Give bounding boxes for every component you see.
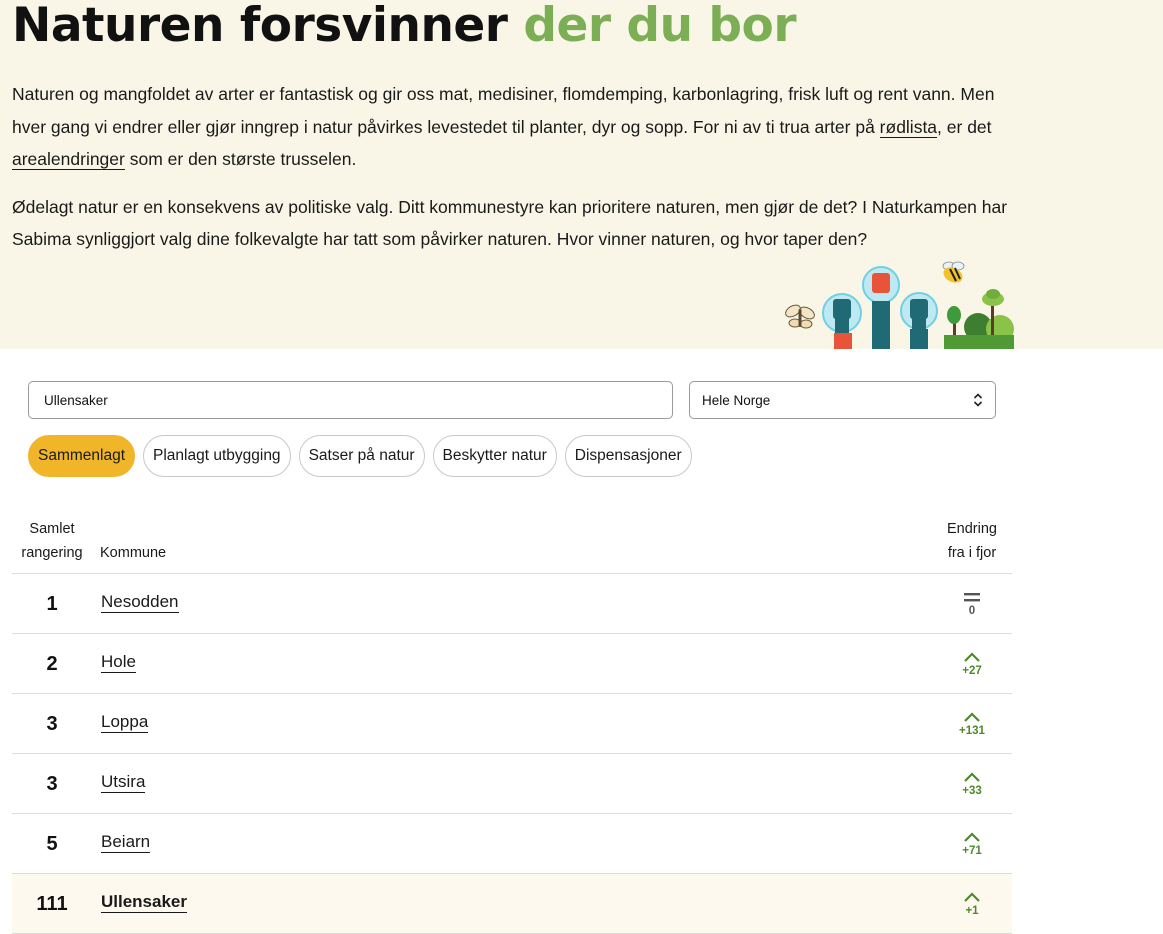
table-row: 3 Loppa +131 xyxy=(12,694,1012,754)
table-row: 5 Beiarn +71 xyxy=(12,814,1012,874)
municipality-link[interactable]: Hole xyxy=(101,652,136,673)
change-value: +131 xyxy=(959,724,985,737)
table-row: 2 Hole +27 xyxy=(12,634,1012,694)
category-tabs: Sammenlagt Planlagt utbygging Satser på … xyxy=(28,435,692,477)
arealendringer-link[interactable]: arealendringer xyxy=(12,149,125,170)
chevron-up-icon xyxy=(964,711,980,722)
bee-icon xyxy=(942,261,965,283)
municipality-link[interactable]: Loppa xyxy=(101,712,149,733)
municipality-search-input[interactable] xyxy=(28,381,673,419)
rank-value: 5 xyxy=(46,832,58,855)
tab-sammenlagt[interactable]: Sammenlagt xyxy=(28,435,136,477)
change-indicator: 0 xyxy=(932,574,1012,634)
chevron-up-icon xyxy=(964,651,980,662)
rank-value: 2 xyxy=(46,652,58,675)
municipality-link[interactable]: Ullensaker xyxy=(101,892,187,913)
moth-icon xyxy=(785,304,815,329)
raised-fists-nature-illustration xyxy=(785,261,1014,349)
municipality-link[interactable]: Nesodden xyxy=(101,592,179,613)
municipality-link[interactable]: Beiarn xyxy=(101,832,151,853)
tab-satser-pa-natur[interactable]: Satser på natur xyxy=(298,435,425,477)
chevron-up-icon xyxy=(964,771,980,782)
change-value: +1 xyxy=(965,904,979,917)
intro-paragraph-1: Naturen og mangfoldet av arter er fantas… xyxy=(12,84,995,170)
fist-icon-center xyxy=(862,266,900,349)
change-value: +71 xyxy=(962,844,982,857)
title-main: Naturen forsvinner xyxy=(12,0,508,53)
rank-column-header: Samlet rangering xyxy=(21,521,83,561)
fist-icon-right xyxy=(900,292,938,349)
table-row: 1 Nesodden 0 xyxy=(12,574,1012,634)
region-select-value: Hele Norge xyxy=(702,392,771,408)
intro-paragraph-2: Ødelagt natur er en konsekvens av politi… xyxy=(12,196,1008,250)
intro-text: Naturen og mangfoldet av arter er fantas… xyxy=(12,78,1012,271)
tab-planlagt-utbygging[interactable]: Planlagt utbygging xyxy=(143,435,291,477)
equals-icon xyxy=(964,592,980,601)
table-header: Samlet rangering Kommune Endring fra i f… xyxy=(12,515,1012,574)
change-value: +27 xyxy=(962,664,982,677)
change-column-header: Endring fra i fjor xyxy=(947,521,997,561)
change-value: 0 xyxy=(968,604,976,617)
fist-icon-left xyxy=(822,293,862,349)
change-indicator: +71 xyxy=(932,814,1012,874)
chevron-up-icon xyxy=(964,831,980,842)
ranking-table: Samlet rangering Kommune Endring fra i f… xyxy=(12,515,1012,934)
rank-value: 1 xyxy=(46,592,58,615)
region-select[interactable]: Hele Norge xyxy=(689,381,996,419)
municipality-column-header: Kommune xyxy=(100,545,167,561)
page-title: Naturen forsvinner der du bor xyxy=(12,0,796,52)
title-accent: der du bor xyxy=(523,0,796,53)
chevron-up-down-icon xyxy=(973,393,983,407)
chevron-up-icon xyxy=(964,891,980,902)
rank-value: 3 xyxy=(46,712,58,735)
table-row: 3 Utsira +33 xyxy=(12,754,1012,814)
tab-beskytter-natur[interactable]: Beskytter natur xyxy=(432,435,557,477)
change-value: +33 xyxy=(962,784,982,797)
table-body: 1 Nesodden 0 2 Hole +27 3 Loppa +131 3 Utsira +33 5 B… xyxy=(12,574,1012,934)
change-indicator: +1 xyxy=(932,874,1012,934)
table-row: 111 Ullensaker +1 xyxy=(12,874,1012,934)
change-indicator: +33 xyxy=(932,754,1012,814)
trees-icon xyxy=(944,289,1014,349)
tab-dispensasjoner[interactable]: Dispensasjoner xyxy=(564,435,692,477)
hero-section: Naturen forsvinner der du bor Naturen og… xyxy=(0,0,1163,349)
rank-value: 111 xyxy=(36,892,68,915)
change-indicator: +131 xyxy=(932,694,1012,754)
rank-value: 3 xyxy=(46,772,58,795)
change-indicator: +27 xyxy=(932,634,1012,694)
rodlista-link[interactable]: rødlista xyxy=(879,116,938,138)
municipality-link[interactable]: Utsira xyxy=(101,772,146,793)
